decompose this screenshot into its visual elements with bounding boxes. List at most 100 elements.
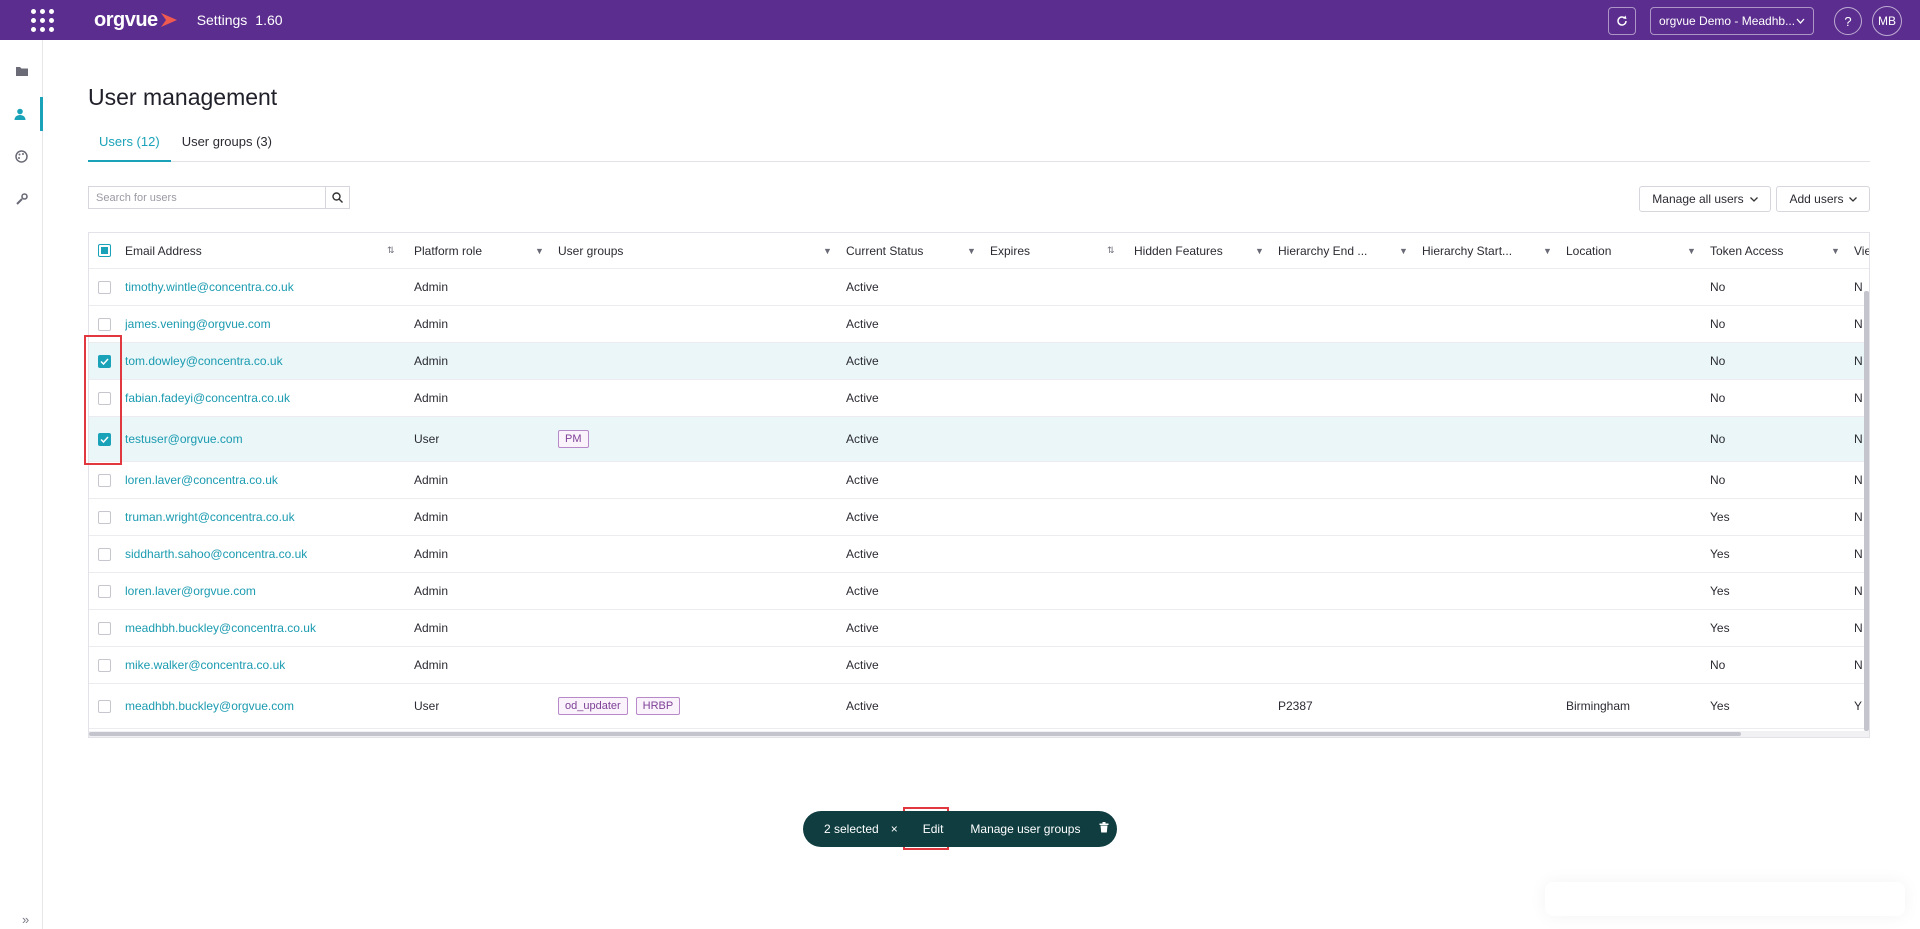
filter-icon[interactable]: ▼	[1255, 233, 1264, 268]
column-header-hidden-features[interactable]: Hidden Features	[1134, 233, 1223, 268]
row-checkbox[interactable]	[98, 510, 111, 524]
table-row[interactable]: fabian.fadeyi@concentra.co.uk Admin Active…	[89, 380, 1869, 417]
table-row[interactable]: loren.laver@concentra.co.uk Admin Active No…	[89, 462, 1869, 499]
tab-users[interactable]: Users (12)	[88, 124, 171, 162]
orgvue-logo[interactable]: orgvue	[94, 9, 177, 32]
filter-icon[interactable]: ▼	[823, 233, 832, 268]
current-status: Active	[846, 510, 879, 524]
current-status: Active	[846, 280, 879, 294]
filter-icon[interactable]: ▼	[967, 233, 976, 268]
filter-icon[interactable]: ▼	[1399, 233, 1408, 268]
user-group-tag[interactable]: PM	[558, 430, 589, 448]
sidebar-item-themes[interactable]	[0, 139, 43, 173]
organization-select[interactable]: orgvue Demo - Meadhb...	[1650, 7, 1814, 35]
row-checkbox[interactable]	[98, 317, 111, 331]
email-link[interactable]: loren.laver@orgvue.com	[125, 573, 256, 609]
email-link[interactable]: meadhbh.buckley@concentra.co.uk	[125, 610, 316, 646]
column-header-location[interactable]: Location	[1566, 233, 1611, 268]
current-status: Active	[846, 473, 879, 487]
row-checkbox[interactable]	[98, 621, 111, 635]
location: Birmingham	[1566, 699, 1631, 713]
column-header-hierarchy-end[interactable]: Hierarchy End ...	[1278, 233, 1367, 268]
table-row[interactable]: tom.dowley@concentra.co.uk Admin Active No N	[89, 343, 1869, 380]
user-avatar[interactable]: MB	[1872, 6, 1902, 36]
row-checkbox[interactable]	[98, 280, 111, 294]
platform-role: Admin	[414, 547, 449, 561]
column-header-token-access[interactable]: Token Access	[1710, 233, 1783, 268]
email-link[interactable]: james.vening@orgvue.com	[125, 306, 271, 342]
token-access: Yes	[1710, 510, 1730, 524]
platform-role: User	[414, 432, 440, 446]
select-all-checkbox[interactable]	[98, 244, 111, 257]
email-link[interactable]: tom.dowley@concentra.co.uk	[125, 343, 283, 379]
column-header-email[interactable]: Email Address	[125, 233, 202, 268]
row-checkbox[interactable]	[98, 473, 111, 487]
email-link[interactable]: mike.walker@concentra.co.uk	[125, 647, 285, 683]
column-header-hierarchy-start[interactable]: Hierarchy Start...	[1422, 233, 1512, 268]
filter-icon[interactable]: ▼	[535, 233, 544, 268]
current-status: Active	[846, 432, 879, 446]
table-row[interactable]: meadhbh.buckley@concentra.co.uk Admin Acti…	[89, 610, 1869, 647]
column-header-user-groups[interactable]: User groups	[558, 233, 623, 268]
view-value: N	[1854, 391, 1863, 405]
app-launcher-icon[interactable]	[22, 0, 62, 40]
search-button[interactable]	[325, 187, 349, 208]
row-select-cell	[98, 684, 111, 728]
tab-user-groups[interactable]: User groups (3)	[171, 124, 283, 162]
search-input[interactable]	[89, 187, 325, 208]
horizontal-scrollbar[interactable]	[89, 731, 1869, 737]
table-row[interactable]: meadhbh.buckley@orgvue.com User od_updater…	[89, 684, 1869, 729]
table-row[interactable]: james.vening@orgvue.com Admin Active No N	[89, 306, 1869, 343]
sidebar-item-files[interactable]	[0, 54, 43, 88]
user-group-tag[interactable]: HRBP	[635, 697, 681, 715]
vertical-scrollbar[interactable]	[1864, 291, 1869, 731]
email-link[interactable]: timothy.wintle@concentra.co.uk	[125, 269, 294, 305]
row-select-cell	[98, 269, 111, 305]
filter-icon[interactable]: ▼	[1831, 233, 1840, 268]
platform-role: Admin	[414, 584, 449, 598]
add-users-button[interactable]: Add users	[1776, 186, 1870, 212]
row-checkbox[interactable]	[98, 699, 111, 713]
email-link[interactable]: meadhbh.buckley@orgvue.com	[125, 684, 294, 728]
table-row[interactable]: timothy.wintle@concentra.co.uk Admin Activ…	[89, 269, 1869, 306]
view-value: N	[1854, 584, 1863, 598]
row-checkbox[interactable]	[98, 584, 111, 598]
email-link[interactable]: truman.wright@concentra.co.uk	[125, 499, 295, 535]
manage-user-groups-button[interactable]: Manage user groups	[970, 822, 1080, 836]
column-header-view[interactable]: Vie	[1854, 233, 1869, 268]
search-icon	[332, 192, 343, 203]
clear-selection-button[interactable]: ×	[891, 822, 898, 836]
email-link[interactable]: loren.laver@concentra.co.uk	[125, 462, 278, 498]
horizontal-scrollbar-thumb[interactable]	[89, 732, 1741, 736]
current-status: Active	[846, 658, 879, 672]
row-select-cell	[98, 462, 111, 498]
email-link[interactable]: siddharth.sahoo@concentra.co.uk	[125, 536, 307, 572]
edit-button[interactable]: Edit	[923, 822, 944, 836]
column-header-current-status[interactable]: Current Status	[846, 233, 923, 268]
row-select-cell	[98, 647, 111, 683]
sort-icon[interactable]: ⇅	[387, 233, 395, 268]
table-row[interactable]: truman.wright@concentra.co.uk Admin Active…	[89, 499, 1869, 536]
filter-icon[interactable]: ▼	[1687, 233, 1696, 268]
expand-sidebar-icon[interactable]: »	[22, 912, 29, 927]
column-header-expires[interactable]: Expires	[990, 233, 1030, 268]
row-checkbox[interactable]	[98, 547, 111, 561]
column-header-platform-role[interactable]: Platform role	[414, 233, 482, 268]
help-button[interactable]: ?	[1834, 7, 1862, 35]
manage-all-users-button[interactable]: Manage all users	[1639, 186, 1771, 212]
sidebar-item-tools[interactable]	[0, 182, 43, 216]
filter-icon[interactable]: ▼	[1543, 233, 1552, 268]
delete-button[interactable]	[1099, 822, 1109, 836]
table-row[interactable]: mike.walker@concentra.co.uk Admin Active No…	[89, 647, 1869, 684]
table-row[interactable]: testuser@orgvue.com User PM Active No N	[89, 417, 1869, 462]
row-checkbox[interactable]	[98, 658, 111, 672]
email-link[interactable]: testuser@orgvue.com	[125, 417, 243, 461]
sort-icon[interactable]: ⇅	[1107, 233, 1115, 268]
refresh-button[interactable]	[1608, 7, 1636, 35]
table-header: Email Address ⇅ Platform role ▼ User gro…	[89, 233, 1869, 269]
sidebar-item-users[interactable]	[0, 97, 43, 131]
user-group-tag[interactable]: od_updater	[558, 697, 628, 715]
email-link[interactable]: fabian.fadeyi@concentra.co.uk	[125, 380, 290, 416]
table-row[interactable]: siddharth.sahoo@concentra.co.uk Admin Acti…	[89, 536, 1869, 573]
table-row[interactable]: loren.laver@orgvue.com Admin Active Yes N	[89, 573, 1869, 610]
